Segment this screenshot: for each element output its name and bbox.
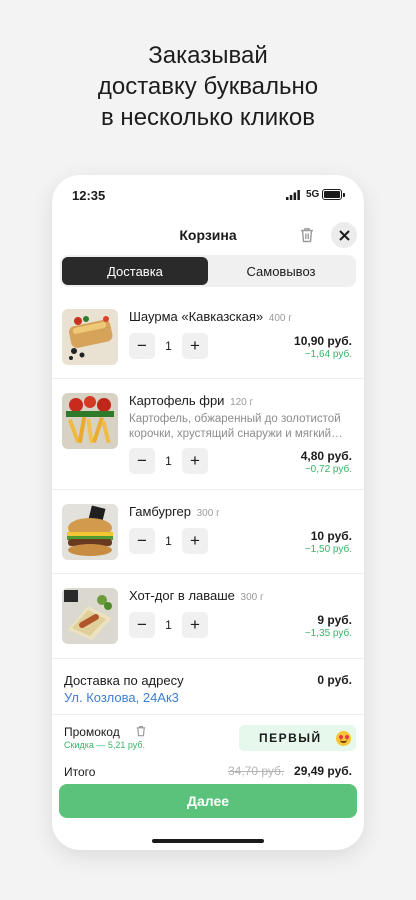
decrease-button[interactable]: − bbox=[129, 528, 155, 554]
item-title: Картофель фри bbox=[129, 393, 225, 408]
item-name: Картофель фри 120 г bbox=[129, 393, 253, 408]
headline-line-1: Заказывай bbox=[148, 42, 268, 69]
item-price: 4,80 руб. bbox=[300, 449, 352, 463]
item-price: 9 руб. bbox=[317, 613, 352, 627]
cart-item: Шаурма «Кавказская» 400 г − 1 + 10,90 ру… bbox=[52, 295, 364, 379]
page-title: Корзина bbox=[179, 227, 237, 243]
increase-button[interactable]: + bbox=[182, 333, 208, 359]
close-button[interactable] bbox=[331, 222, 357, 248]
trash-icon[interactable] bbox=[136, 725, 146, 737]
decrease-button[interactable]: − bbox=[129, 612, 155, 638]
home-indicator bbox=[152, 839, 264, 843]
item-discount: −1,35 руб. bbox=[304, 628, 352, 639]
increase-button[interactable]: + bbox=[182, 448, 208, 474]
item-description-line-2: корочки, хрустящий снаружи и мягкий… bbox=[129, 428, 343, 440]
item-weight: 120 г bbox=[230, 397, 254, 408]
delivery-row: Доставка по адресу Ул. Козлова, 24Ак3 0 … bbox=[52, 659, 364, 715]
tab-delivery[interactable]: Доставка bbox=[62, 257, 208, 285]
status-bar: 12:35 5G bbox=[52, 175, 364, 215]
total-old-price: 34,70 руб. bbox=[228, 764, 285, 778]
quantity-stepper: − 1 + bbox=[129, 528, 208, 554]
item-price: 10 руб. bbox=[310, 529, 352, 543]
item-discount: −1,50 руб. bbox=[304, 544, 352, 555]
item-name: Хот-дог в лаваше 300 г bbox=[129, 588, 264, 603]
increase-button[interactable]: + bbox=[182, 528, 208, 554]
shawarma-photo bbox=[62, 309, 118, 365]
delivery-address-link[interactable]: Ул. Козлова, 24Ак3 bbox=[64, 690, 179, 705]
total-label: Итого bbox=[64, 765, 96, 779]
increase-button[interactable]: + bbox=[182, 612, 208, 638]
delivery-mode-switch: Доставка Самовывоз bbox=[60, 255, 356, 287]
decrease-button[interactable]: − bbox=[129, 333, 155, 359]
quantity-stepper: − 1 + bbox=[129, 612, 208, 638]
item-description: Картофель, обжаренный до золотистой коро… bbox=[129, 412, 354, 442]
burger-photo bbox=[62, 504, 118, 560]
trash-icon[interactable] bbox=[300, 227, 314, 243]
phone-frame: 12:35 5G Корзина Доставка Самовывоз Шаур… bbox=[52, 175, 364, 850]
heart-eyes-emoji-icon bbox=[336, 731, 351, 746]
delivery-price: 0 руб. bbox=[317, 673, 352, 687]
headline-line-3: в несколько кликов bbox=[101, 104, 315, 131]
item-name: Гамбургер 300 г bbox=[129, 504, 220, 519]
item-title: Хот-дог в лаваше bbox=[129, 588, 235, 603]
item-weight: 400 г bbox=[268, 313, 292, 324]
item-description-line-1: Картофель, обжаренный до золотистой bbox=[129, 413, 341, 425]
item-discount: −0,72 руб. bbox=[304, 464, 352, 475]
promo-headline: Заказывай доставку буквально в несколько… bbox=[0, 40, 416, 133]
promo-code-value: ПЕРВЫЙ bbox=[259, 731, 322, 745]
headline-line-2: доставку буквально bbox=[97, 73, 319, 100]
network-type: 5G bbox=[306, 189, 320, 200]
total-price: 29,49 руб. bbox=[294, 764, 352, 778]
quantity-value: 1 bbox=[165, 454, 172, 468]
decrease-button[interactable]: − bbox=[129, 448, 155, 474]
cart-item: Гамбургер 300 г − 1 + 10 руб. −1,50 руб. bbox=[52, 490, 364, 574]
next-button[interactable]: Далее bbox=[59, 784, 357, 818]
cart-item: Хот-дог в лаваше 300 г − 1 + 9 руб. −1,3… bbox=[52, 574, 364, 659]
item-weight: 300 г bbox=[240, 592, 264, 603]
status-time: 12:35 bbox=[72, 188, 106, 203]
fries-photo bbox=[62, 393, 118, 449]
quantity-value: 1 bbox=[165, 618, 172, 632]
item-weight: 300 г bbox=[196, 508, 220, 519]
promo-discount: Скидка — 5,21 руб. bbox=[64, 740, 146, 750]
item-title: Шаурма «Кавказская» bbox=[129, 309, 264, 324]
item-name: Шаурма «Кавказская» 400 г bbox=[129, 309, 292, 324]
quantity-value: 1 bbox=[165, 534, 172, 548]
signal-icon bbox=[286, 190, 300, 200]
item-discount: −1,64 руб. bbox=[304, 349, 352, 360]
quantity-stepper: − 1 + bbox=[129, 448, 208, 474]
quantity-stepper: − 1 + bbox=[129, 333, 208, 359]
tab-pickup[interactable]: Самовывоз bbox=[208, 257, 354, 285]
promo-label: Промокод bbox=[64, 725, 120, 739]
delivery-label: Доставка по адресу bbox=[64, 673, 184, 688]
item-title: Гамбургер bbox=[129, 504, 191, 519]
battery-icon bbox=[322, 189, 345, 200]
hotdog-photo bbox=[62, 588, 118, 644]
cart-item: Картофель фри 120 г Картофель, обжаренны… bbox=[52, 379, 364, 490]
item-price: 10,90 руб. bbox=[294, 334, 352, 348]
quantity-value: 1 bbox=[165, 339, 172, 353]
close-icon bbox=[338, 229, 350, 241]
